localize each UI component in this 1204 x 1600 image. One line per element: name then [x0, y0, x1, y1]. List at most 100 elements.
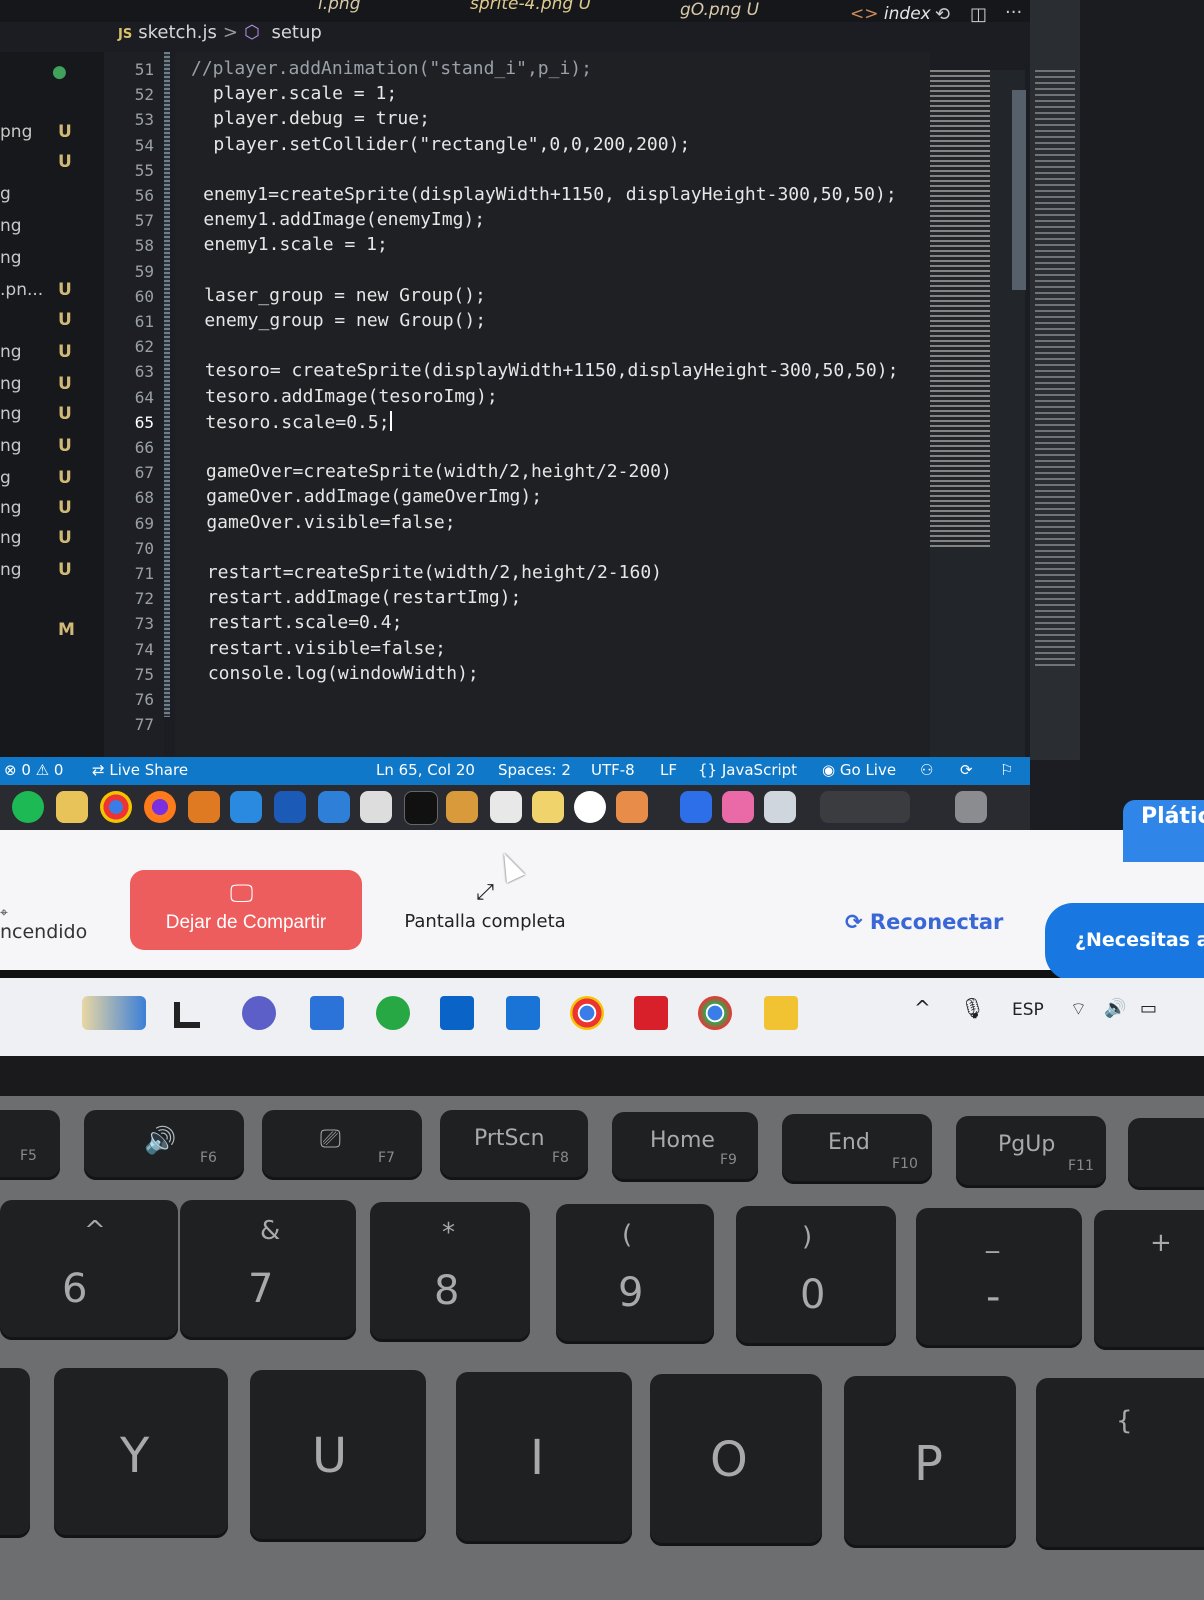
- code-line[interactable]: restart.visible=false;: [197, 638, 446, 659]
- key-i[interactable]: I: [456, 1372, 632, 1544]
- help-chat-bubble[interactable]: ¿Necesitas a: [1045, 903, 1204, 981]
- input-language-indicator[interactable]: ESP: [1012, 1000, 1044, 1020]
- trello-icon[interactable]: [506, 996, 540, 1030]
- key-end[interactable]: End F10: [782, 1114, 932, 1184]
- explorer-file-item[interactable]: ng U: [0, 404, 104, 432]
- explorer-file-item[interactable]: ng: [0, 216, 104, 244]
- reconnect-button[interactable]: ⟳ Reconectar: [845, 910, 1003, 934]
- code-line[interactable]: laser_group = new Group();: [193, 285, 486, 306]
- explorer-file-item[interactable]: ng U: [0, 342, 104, 370]
- key-f6[interactable]: 🔊 F6: [84, 1110, 244, 1180]
- key-6[interactable]: ^ 6: [0, 1200, 178, 1340]
- minimized-windows-icon[interactable]: [820, 791, 910, 823]
- go-live-button[interactable]: ◉ Go Live: [822, 761, 896, 779]
- code-line[interactable]: player.scale = 1;: [191, 83, 397, 104]
- package-icon[interactable]: [446, 791, 478, 823]
- notes-icon[interactable]: [56, 791, 88, 823]
- chat-tab[interactable]: Plátic: [1123, 800, 1204, 862]
- vscode-icon[interactable]: [230, 791, 262, 823]
- word-icon[interactable]: [274, 791, 306, 823]
- explorer-file-item[interactable]: png U: [0, 122, 104, 150]
- teams-meet-icon[interactable]: [242, 996, 276, 1030]
- firefox-icon[interactable]: [144, 791, 176, 823]
- tab-go-png[interactable]: gO.png U: [680, 0, 759, 20]
- key-pgup[interactable]: PgUp F11: [956, 1116, 1106, 1188]
- spotify-icon[interactable]: [12, 791, 44, 823]
- key-home[interactable]: Home F9: [612, 1112, 758, 1182]
- key-u[interactable]: U: [250, 1370, 426, 1542]
- key-prtscn[interactable]: PrtScn F8: [440, 1110, 588, 1180]
- explorer-file-item[interactable]: M: [0, 620, 104, 648]
- explorer-file-item[interactable]: ng U: [0, 498, 104, 526]
- explorer-file-item[interactable]: gU: [0, 468, 104, 496]
- wifi-icon[interactable]: ⌔: [1070, 998, 1087, 1021]
- key-bracket[interactable]: {: [1036, 1378, 1204, 1550]
- explorer-file-item[interactable]: ●: [0, 62, 104, 90]
- mcafee-icon[interactable]: [634, 996, 668, 1030]
- key-8[interactable]: * 8: [370, 1202, 530, 1342]
- pages-icon[interactable]: [532, 791, 564, 823]
- code-line[interactable]: gameOver.addImage(gameOverImg);: [195, 486, 542, 507]
- file-explorer-icon[interactable]: [764, 996, 798, 1030]
- preview-icon[interactable]: [490, 791, 522, 823]
- code-line[interactable]: gameOver=createSprite(width/2,height/2-2…: [195, 461, 672, 482]
- stop-sharing-button[interactable]: 🖵 Dejar de Compartir: [130, 870, 362, 950]
- code-line[interactable]: tesoro= createSprite(displayWidth+1150,d…: [194, 360, 899, 381]
- code-line[interactable]: player.setCollider("rectangle",0,0,200,2…: [192, 134, 690, 155]
- evernote-icon[interactable]: [376, 996, 410, 1030]
- zoom-icon[interactable]: [680, 791, 712, 823]
- code-line[interactable]: tesoro.addImage(tesoroImg);: [194, 386, 498, 407]
- terminal-icon[interactable]: [404, 791, 438, 825]
- more-actions-icon[interactable]: ···: [1005, 2, 1022, 23]
- chrome-profile-icon[interactable]: [698, 996, 732, 1030]
- key-f7[interactable]: ⎚ F7: [262, 1110, 422, 1180]
- explorer-file-item[interactable]: g: [0, 184, 104, 212]
- code-line[interactable]: player.debug = true;: [192, 108, 430, 129]
- pen-tool-icon[interactable]: [310, 996, 344, 1030]
- cursor-position[interactable]: Ln 65, Col 20: [376, 761, 475, 779]
- code-area[interactable]: //player.addAnimation("stand_i",p_i); pl…: [175, 52, 930, 757]
- explorer-file-item[interactable]: ng U: [0, 374, 104, 402]
- key-o[interactable]: O: [650, 1374, 822, 1546]
- chrome-icon[interactable]: [570, 996, 604, 1030]
- encoding-setting[interactable]: UTF-8: [591, 761, 635, 779]
- atom-icon[interactable]: [574, 791, 606, 823]
- key-y[interactable]: Y: [54, 1368, 228, 1538]
- explorer-file-item[interactable]: U: [0, 310, 104, 338]
- key-f5[interactable]: F5: [0, 1110, 60, 1180]
- code-line[interactable]: restart.addImage(restartImg);: [196, 587, 521, 608]
- language-mode[interactable]: {} JavaScript: [698, 761, 797, 779]
- outlook-icon[interactable]: [440, 996, 474, 1030]
- fullscreen-button[interactable]: ⤢ Pantalla completa: [400, 880, 570, 950]
- key-p[interactable]: P: [844, 1376, 1016, 1548]
- key-t[interactable]: [0, 1368, 30, 1538]
- key-minus[interactable]: _ -: [916, 1208, 1082, 1348]
- explorer-file-item[interactable]: ng: [0, 248, 104, 276]
- trash-icon[interactable]: [955, 791, 987, 823]
- compare-changes-icon[interactable]: ⟲: [935, 4, 950, 25]
- split-editor-icon[interactable]: ◫: [970, 4, 987, 25]
- notion-icon[interactable]: [174, 1002, 200, 1028]
- code-line[interactable]: restart.scale=0.4;: [197, 612, 402, 633]
- key-0[interactable]: ) 0: [736, 1206, 896, 1346]
- chevron-up-icon[interactable]: ^: [914, 996, 931, 1020]
- eol-setting[interactable]: LF: [660, 761, 677, 779]
- volume-icon[interactable]: 🔊: [1104, 998, 1126, 1019]
- account-icon[interactable]: ⚇: [920, 761, 933, 779]
- vertical-scrollbar[interactable]: [1012, 90, 1026, 290]
- problems-indicator[interactable]: ⊗ 0 ⚠ 0: [4, 761, 63, 779]
- code-line[interactable]: enemy_group = new Group();: [194, 310, 486, 331]
- code-line[interactable]: enemy1=createSprite(displayWidth+1150, d…: [192, 184, 897, 205]
- key-plus[interactable]: +: [1094, 1210, 1204, 1350]
- breadcrumb-symbol[interactable]: setup: [271, 22, 321, 43]
- archive-icon[interactable]: [616, 791, 648, 823]
- key-7[interactable]: & 7: [180, 1200, 356, 1340]
- code-line[interactable]: tesoro.scale=0.5;: [195, 410, 392, 433]
- explorer-file-item[interactable]: ng U: [0, 436, 104, 464]
- live-share-button[interactable]: ⇄ Live Share: [92, 761, 188, 779]
- sync-icon[interactable]: ⟳: [960, 761, 973, 779]
- code-line[interactable]: //player.addAnimation("stand_i",p_i);: [191, 58, 592, 79]
- code-line[interactable]: enemy1.scale = 1;: [193, 234, 388, 255]
- tab-sprite-4[interactable]: sprite-4.png U: [470, 0, 591, 14]
- minimap[interactable]: [930, 70, 1025, 760]
